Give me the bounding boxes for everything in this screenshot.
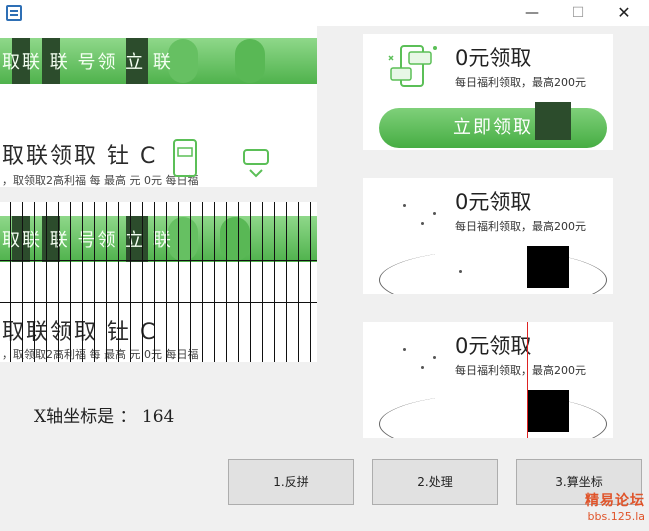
- slice-line: [22, 202, 23, 362]
- slice-line: [46, 202, 47, 362]
- slice-line: [166, 202, 167, 362]
- button-fragment: [220, 217, 250, 261]
- slice-line: [226, 202, 227, 362]
- minimize-button[interactable]: —: [509, 0, 555, 26]
- strip-text: 取联领取 钍 C: [2, 320, 158, 345]
- processed-captcha-card: 0元领取 每日福利领取，最高200元: [363, 178, 613, 294]
- title-bar: — ☐ ✕: [0, 0, 649, 26]
- chat-icon-fragment: [173, 139, 197, 177]
- claim-now-button[interactable]: 立即领取: [379, 108, 607, 148]
- slice-line: [10, 202, 11, 362]
- slice-line: [70, 202, 71, 362]
- slice-line: [190, 202, 191, 362]
- strip-text: 取联 联 号领 立 联: [2, 230, 173, 251]
- puzzle-gap: [535, 102, 571, 140]
- noise-dot: [403, 204, 406, 207]
- noise-dot: [433, 356, 436, 359]
- slice-line: [142, 202, 143, 362]
- forum-watermark: 精易论坛 bbs.125.la: [573, 490, 645, 523]
- slice-line: [274, 202, 275, 362]
- slice-line: [262, 202, 263, 362]
- maximize-button[interactable]: ☐: [555, 0, 601, 26]
- noise-dot: [459, 270, 462, 273]
- slice-line: [94, 202, 95, 362]
- slice-line: [154, 202, 155, 362]
- card-subtitle: 每日福利领取，最高200元: [455, 220, 586, 233]
- slice-line: [118, 202, 119, 362]
- card-title: 0元领取: [455, 334, 532, 358]
- card-title: 0元领取: [455, 190, 532, 214]
- strip-text: 取联领取 钍 C: [2, 144, 158, 169]
- slice-line: [310, 202, 311, 362]
- slice-line: [130, 202, 131, 362]
- slice-line: [286, 202, 287, 362]
- slice-line: [214, 202, 215, 362]
- phone-chat-icon: [388, 45, 437, 87]
- puzzle-piece: [527, 390, 569, 432]
- slice-line: [238, 202, 239, 362]
- grid-line: [0, 260, 317, 261]
- watermark-title: 精易论坛: [585, 493, 645, 509]
- noise-dot: [421, 222, 424, 225]
- reassemble-button[interactable]: 1.反拼: [228, 459, 354, 505]
- strip-small-text: ，取领取2高利福 每 最高 元 0元 每日福: [2, 348, 199, 361]
- original-captcha-card: 0元领取 每日福利领取，最高200元 立即领取: [363, 34, 613, 150]
- noise-dot: [403, 348, 406, 351]
- shuffled-image-panel: 取联 联 号领 立 联 取联领取 钍 C ，取领取2高利福 每 最高 元 0元 …: [0, 26, 317, 187]
- strip-small-text: ，取领取2高利福 每 最高 元 0元 每日福: [2, 174, 199, 187]
- close-button[interactable]: ✕: [601, 0, 647, 26]
- slice-line: [250, 202, 251, 362]
- card-title: 0元领取: [455, 46, 532, 70]
- chat-icon-fragment: [243, 149, 269, 178]
- slice-line: [34, 202, 35, 362]
- slice-line: [202, 202, 203, 362]
- located-captcha-card: 0元领取 每日福利领取，最高200元: [363, 322, 613, 438]
- noise-dot: [421, 366, 424, 369]
- noise-dot: [433, 212, 436, 215]
- sliced-image-panel: 取联 联 号领 立 联 取联领取 钍 C ，取领取2高利福 每 最高 元 0元 …: [0, 202, 317, 362]
- slice-line: [298, 202, 299, 362]
- button-outline: [379, 250, 607, 294]
- button-outline: [379, 394, 607, 438]
- x-coordinate-label: X轴坐标是 ： 164: [34, 407, 175, 427]
- slice-line: [82, 202, 83, 362]
- x-marker-line: [527, 322, 528, 438]
- card-subtitle: 每日福利领取，最高200元: [455, 76, 586, 89]
- button-fragment: [235, 39, 265, 83]
- process-button[interactable]: 2.处理: [372, 459, 498, 505]
- watermark-url: bbs.125.la: [587, 510, 645, 523]
- card-subtitle: 每日福利领取，最高200元: [455, 364, 586, 377]
- grid-line: [0, 302, 317, 303]
- slice-line: [58, 202, 59, 362]
- puzzle-piece: [527, 246, 569, 288]
- strip-text: 取联 联 号领 立 联: [2, 52, 173, 73]
- app-icon: [6, 5, 22, 21]
- slice-line: [106, 202, 107, 362]
- slice-line: [178, 202, 179, 362]
